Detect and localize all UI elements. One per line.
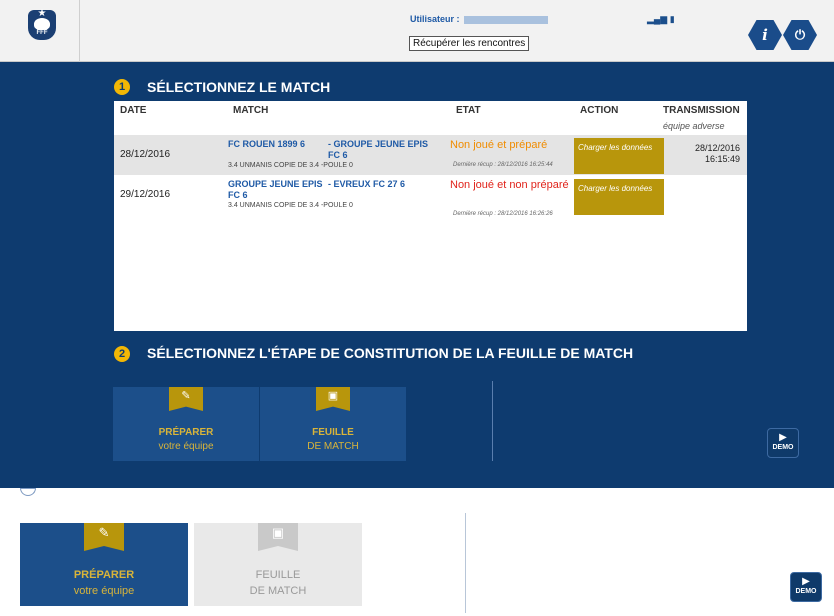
col-action: ACTION	[580, 105, 619, 116]
logo-cell: ★ FFF	[0, 0, 80, 62]
demo-button-large[interactable]: ▶ DEMO	[790, 572, 822, 602]
table-row[interactable]: 28/12/2016 FC ROUEN 1899 6 - GROUPE JEUN…	[114, 135, 747, 175]
section-title-etape: SÉLECTIONNEZ L'ÉTAPE DE CONSTITUTION DE …	[147, 345, 634, 361]
table-header: DATE MATCH ETAT ACTION TRANSMISSION équi…	[114, 101, 747, 135]
step-number-badge	[20, 488, 36, 496]
lower-step-panel: ✎ PRÉPARER votre équipe ▣ FEUILLE DE MAT…	[0, 488, 834, 616]
match-date: 28/12/2016	[120, 149, 171, 160]
competition: 3.4 UNMANIS COPIE DE 3.4 -POULE 0	[228, 162, 353, 169]
match-date: 29/12/2016	[120, 189, 171, 200]
feuille-de-match-button[interactable]: ▣ FEUILLE DE MATCH	[260, 387, 406, 461]
last-recup: Dernière récup : 28/12/2016 16:26:26	[453, 211, 553, 217]
divider	[465, 513, 466, 613]
fff-logo: ★ FFF	[28, 8, 56, 40]
step-number-1: 1	[114, 79, 130, 95]
user-label: Utilisateur :	[410, 14, 460, 24]
col-date: DATE	[120, 105, 147, 116]
transmission-value: 28/12/2016 16:15:49	[694, 143, 740, 164]
away-team: - EVREUX FC 27 6	[328, 179, 406, 189]
recuperer-rencontres-button[interactable]: Récupérer les rencontres	[409, 36, 530, 51]
col-etat: ETAT	[456, 105, 481, 116]
demo-button[interactable]: ▶ DEMO	[767, 428, 799, 458]
section-title-match: SÉLECTIONNEZ LE MATCH	[147, 79, 331, 95]
match-status: Non joué et non préparé	[450, 179, 569, 191]
play-icon: ▶	[779, 432, 787, 443]
col-match: MATCH	[233, 105, 269, 116]
away-team: - GROUPE JEUNE EPIS FC 6	[328, 139, 429, 160]
info-icon[interactable]: i	[748, 20, 782, 50]
charger-donnees-button[interactable]: Charger les données	[574, 179, 664, 215]
match-status: Non joué et préparé	[450, 139, 548, 151]
play-icon: ▶	[802, 576, 810, 587]
last-recup: Dernière récup : 28/12/2016 16:25:44	[453, 162, 553, 168]
prepare-team-button-large[interactable]: ✎ PRÉPARER votre équipe	[20, 523, 188, 606]
home-team: GROUPE JEUNE EPIS FC 6	[228, 179, 323, 200]
clipboard-icon: ▣	[316, 387, 350, 411]
step-number-2: 2	[114, 346, 130, 362]
home-team: FC ROUEN 1899 6	[228, 139, 306, 149]
user-name-redacted	[463, 15, 548, 24]
user-line: Utilisateur :	[410, 14, 548, 24]
col-transmission: TRANSMISSION	[663, 105, 740, 116]
feuille-de-match-button-large[interactable]: ▣ FEUILLE DE MATCH	[194, 523, 362, 606]
edit-icon: ✎	[169, 387, 203, 411]
prepare-team-button[interactable]: ✎ PRÉPARER votre équipe	[113, 387, 259, 461]
table-row[interactable]: 29/12/2016 GROUPE JEUNE EPIS FC 6 - EVRE…	[114, 175, 747, 217]
top-bar: ★ FFF Utilisateur : Récupérer les rencon…	[0, 0, 834, 62]
match-table: DATE MATCH ETAT ACTION TRANSMISSION équi…	[114, 101, 747, 331]
clipboard-icon: ▣	[258, 523, 298, 551]
competition: 3.4 UNMANIS COPIE DE 3.4 -POULE 0	[228, 202, 353, 209]
edit-icon: ✎	[84, 523, 124, 551]
charger-donnees-button[interactable]: Charger les données	[574, 138, 664, 174]
signal-battery-icon: ▂▄▆ ▮	[647, 14, 675, 24]
divider	[492, 381, 493, 461]
col-transmission-sub: équipe adverse	[663, 121, 725, 131]
power-icon[interactable]: ⏻	[783, 20, 817, 50]
